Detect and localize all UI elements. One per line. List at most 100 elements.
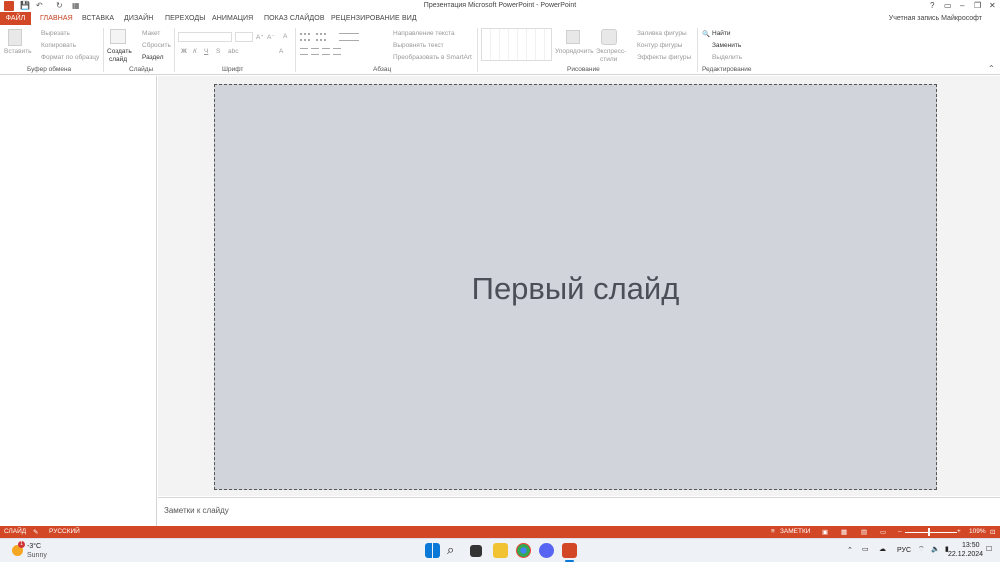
shape-fill-button[interactable]: Заливка фигуры — [637, 30, 687, 37]
tab-view[interactable]: ВИД — [402, 15, 417, 22]
clock-time[interactable]: 13:50 — [962, 542, 980, 549]
smartart-button[interactable]: Преобразовать в SmartArt — [393, 54, 472, 61]
slideshow-icon[interactable]: ▭ — [880, 528, 886, 536]
search-icon[interactable]: ⌕ — [447, 542, 454, 558]
font-color-button[interactable]: A — [279, 48, 283, 55]
windows-start-icon[interactable] — [425, 543, 440, 558]
account-name[interactable]: Учетная запись Майкрософт — [889, 15, 982, 22]
input-language[interactable]: РУС — [897, 547, 911, 554]
quick-styles-button[interactable]: Экспресс- — [596, 48, 626, 55]
tray-overflow-icon[interactable]: ⌃ — [847, 546, 853, 554]
slide-thumbnail-pane[interactable] — [0, 76, 157, 526]
title-bar: 💾 ↶ ↻ ▦ Презентация Microsoft PowerPoint… — [0, 0, 1000, 12]
clock-date[interactable]: 22.12.2024 — [948, 551, 983, 558]
tab-animation[interactable]: АНИМАЦИЯ — [212, 15, 253, 22]
select-button[interactable]: Выделить — [712, 54, 742, 61]
shape-effects-button[interactable]: Эффекты фигуры — [637, 54, 691, 61]
format-painter-button[interactable]: Формат по образцу — [41, 54, 99, 61]
slide-sorter-icon[interactable]: ▦ — [841, 528, 847, 536]
notifications-icon[interactable]: ☐ — [986, 545, 992, 553]
ribbon-tabs: ГЛАВНАЯ ВСТАВКА ДИЗАЙН ПЕРЕХОДЫ АНИМАЦИЯ… — [0, 12, 1000, 25]
network-tray-icon[interactable]: ▭ — [862, 545, 869, 553]
cut-button[interactable]: Вырезать — [41, 30, 70, 37]
tab-insert[interactable]: ВСТАВКА — [82, 15, 114, 22]
collapse-ribbon-icon[interactable]: ⌃ — [988, 64, 995, 73]
zoom-level[interactable]: 109% — [969, 528, 986, 535]
slide-title[interactable]: Первый слайд — [215, 271, 936, 307]
onedrive-tray-icon[interactable]: ☁ — [879, 545, 886, 553]
reading-view-icon[interactable]: ▤ — [861, 528, 867, 536]
weather-badge: 1 — [18, 541, 25, 548]
copy-button[interactable]: Копировать — [41, 42, 76, 49]
font-size-dropdown[interactable] — [235, 32, 253, 42]
notes-pane[interactable]: Заметки к слайду — [158, 497, 1000, 526]
bullets-icon[interactable] — [300, 33, 310, 41]
notes-toggle-icon[interactable]: ≡ — [771, 528, 775, 535]
font-group-label: Шрифт — [222, 66, 244, 73]
grow-font-button[interactable]: A⁺ — [256, 33, 264, 41]
indent-icon[interactable] — [339, 33, 359, 41]
shapes-gallery[interactable] — [481, 28, 552, 61]
section-button[interactable]: Раздел — [142, 54, 163, 61]
italic-button[interactable]: К — [193, 48, 197, 55]
file-explorer-icon[interactable] — [493, 543, 508, 558]
shape-outline-button[interactable]: Контур фигуры — [637, 42, 682, 49]
paste-icon[interactable] — [8, 29, 22, 46]
replace-button[interactable]: Заменить — [712, 42, 741, 49]
align-center-icon[interactable] — [311, 48, 319, 55]
quick-styles-button-line2[interactable]: стили — [600, 56, 617, 63]
tab-home[interactable]: ГЛАВНАЯ — [40, 15, 73, 22]
new-slide-button-line2[interactable]: слайд — [109, 56, 127, 63]
zoom-slider[interactable] — [905, 532, 957, 533]
weather-temp[interactable]: -3°C — [27, 543, 41, 550]
language-indicator[interactable]: РУССКИЙ — [49, 528, 80, 535]
zoom-in-icon[interactable]: + — [957, 528, 961, 535]
arrange-button[interactable]: Упорядочить — [555, 48, 594, 55]
normal-view-icon[interactable]: ▣ — [822, 528, 828, 536]
align-text-button[interactable]: Выровнять текст — [393, 42, 444, 49]
font-name-dropdown[interactable] — [178, 32, 232, 42]
discord-icon[interactable] — [539, 543, 554, 558]
justify-icon[interactable] — [333, 48, 341, 55]
wifi-icon[interactable]: ⌔ — [918, 545, 925, 554]
paste-button[interactable]: Вставить — [4, 48, 32, 55]
align-right-icon[interactable] — [322, 48, 330, 55]
strike-button[interactable]: S — [216, 48, 220, 55]
zoom-slider-thumb[interactable] — [928, 528, 930, 536]
fit-slide-icon[interactable]: ⊡ — [990, 528, 995, 536]
reset-button[interactable]: Сбросить — [142, 42, 171, 49]
minimize-button[interactable]: – — [960, 1, 964, 10]
shrink-font-button[interactable]: A⁻ — [267, 33, 275, 41]
clear-format-button[interactable]: A — [283, 33, 287, 40]
underline-button[interactable]: Ч — [204, 48, 208, 55]
layout-button[interactable]: Макет — [142, 30, 160, 37]
shadow-button[interactable]: abc — [228, 48, 238, 55]
bold-button[interactable]: Ж — [181, 48, 187, 55]
tab-transitions[interactable]: ПЕРЕХОДЫ — [165, 15, 206, 22]
weather-desc[interactable]: Sunny — [27, 552, 47, 559]
slide-canvas[interactable]: Первый слайд — [214, 84, 937, 490]
find-button[interactable]: Найти — [712, 30, 731, 37]
ribbon-display-icon[interactable]: ▭ — [944, 1, 952, 10]
spellcheck-icon[interactable]: ✎ — [33, 528, 38, 536]
powerpoint-taskbar-icon[interactable] — [562, 543, 577, 558]
help-icon[interactable]: ? — [930, 1, 934, 10]
new-slide-button[interactable]: Создать — [107, 48, 132, 55]
notes-toggle-button[interactable]: ЗАМЕТКИ — [780, 528, 810, 535]
task-view-icon[interactable] — [470, 545, 482, 557]
notes-placeholder[interactable]: Заметки к слайду — [164, 506, 229, 515]
chrome-icon[interactable] — [516, 543, 531, 558]
tab-design[interactable]: ДИЗАЙН — [124, 15, 153, 22]
new-slide-icon[interactable] — [110, 29, 126, 44]
close-button[interactable]: ✕ — [989, 1, 996, 10]
quick-styles-icon[interactable] — [601, 29, 617, 45]
volume-icon[interactable]: 🔈 — [931, 545, 940, 553]
tab-review[interactable]: РЕЦЕНЗИРОВАНИЕ — [331, 15, 400, 22]
arrange-icon[interactable] — [566, 30, 580, 44]
restore-button[interactable]: ❐ — [974, 1, 981, 10]
numbering-icon[interactable] — [316, 33, 326, 41]
align-left-icon[interactable] — [300, 48, 308, 55]
zoom-out-icon[interactable]: – — [898, 528, 902, 535]
tab-slideshow[interactable]: ПОКАЗ СЛАЙДОВ — [264, 15, 325, 22]
text-direction-button[interactable]: Направление текста — [393, 30, 455, 37]
